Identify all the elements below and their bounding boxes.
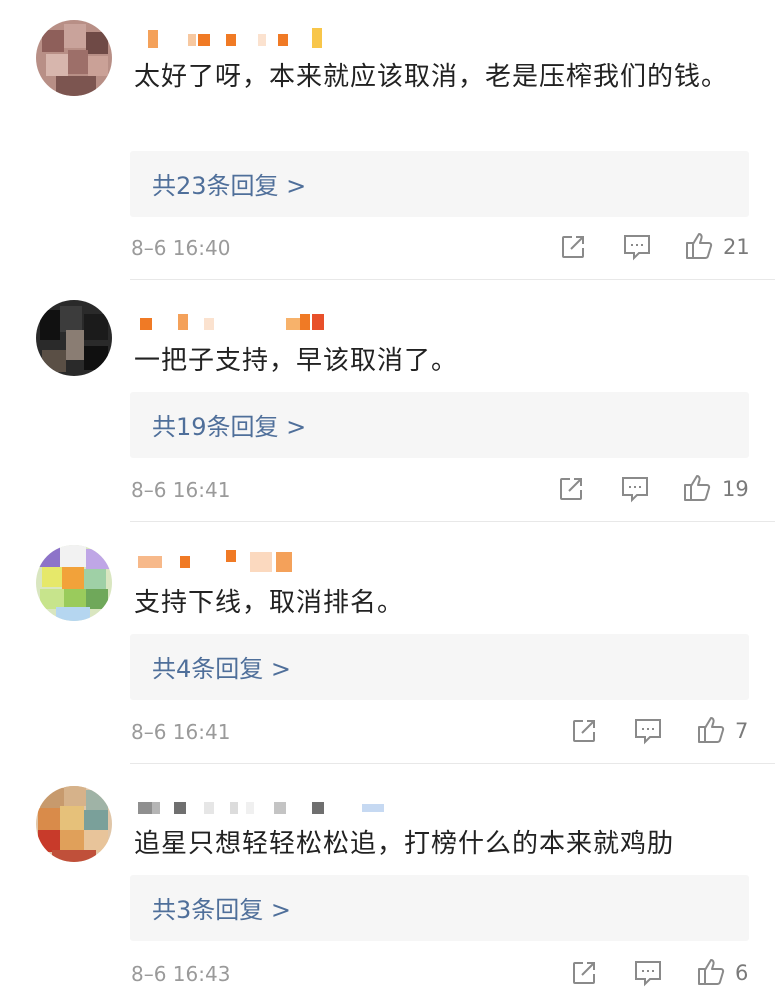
avatar[interactable] (36, 545, 112, 621)
timestamp: 8–6 16:41 (131, 478, 231, 502)
view-replies-button[interactable]: 共3条回复 > (130, 875, 749, 941)
comment-icon[interactable] (620, 475, 650, 503)
comment-text: 追星只想轻轻松松追，打榜什么的本来就鸡肋 (134, 829, 675, 859)
view-replies-button[interactable]: 共23条回复 > (130, 151, 749, 217)
username-blurred[interactable] (134, 28, 334, 50)
like-count: 19 (722, 477, 749, 501)
share-icon[interactable] (559, 233, 587, 261)
view-replies-button[interactable]: 共4条回复 > (130, 634, 749, 700)
thumbs-up-icon[interactable] (684, 231, 714, 261)
username-blurred[interactable] (134, 796, 394, 818)
replies-count-label: 共19条回复 > (152, 413, 307, 441)
thumbs-up-icon[interactable] (682, 473, 712, 503)
avatar[interactable] (36, 20, 112, 96)
replies-count-label: 共3条回复 > (152, 896, 292, 924)
comment-icon[interactable] (633, 959, 663, 987)
like-count: 6 (735, 961, 749, 985)
username-blurred[interactable] (134, 312, 334, 334)
divider (130, 521, 775, 522)
view-replies-button[interactable]: 共19条回复 > (130, 392, 749, 458)
timestamp: 8–6 16:43 (131, 962, 231, 986)
timestamp: 8–6 16:41 (131, 720, 231, 744)
replies-count-label: 共23条回复 > (152, 172, 307, 200)
share-icon[interactable] (570, 717, 598, 745)
avatar[interactable] (36, 300, 112, 376)
thumbs-up-icon[interactable] (696, 957, 726, 987)
comment-icon[interactable] (633, 717, 663, 745)
username-blurred[interactable] (134, 550, 334, 572)
comment-text: 太好了呀，本来就应该取消，老是压榨我们的钱。 (134, 62, 729, 92)
divider (130, 279, 775, 280)
comment-icon[interactable] (622, 233, 652, 261)
divider (130, 763, 775, 764)
share-icon[interactable] (557, 475, 585, 503)
share-icon[interactable] (570, 959, 598, 987)
avatar[interactable] (36, 786, 112, 862)
comment-text: 支持下线，取消排名。 (134, 588, 405, 618)
timestamp: 8–6 16:40 (131, 236, 231, 260)
like-count: 21 (723, 235, 750, 259)
comment-text: 一把子支持，早该取消了。 (134, 346, 459, 376)
replies-count-label: 共4条回复 > (152, 655, 292, 683)
thumbs-up-icon[interactable] (696, 715, 726, 745)
like-count: 7 (735, 719, 749, 743)
